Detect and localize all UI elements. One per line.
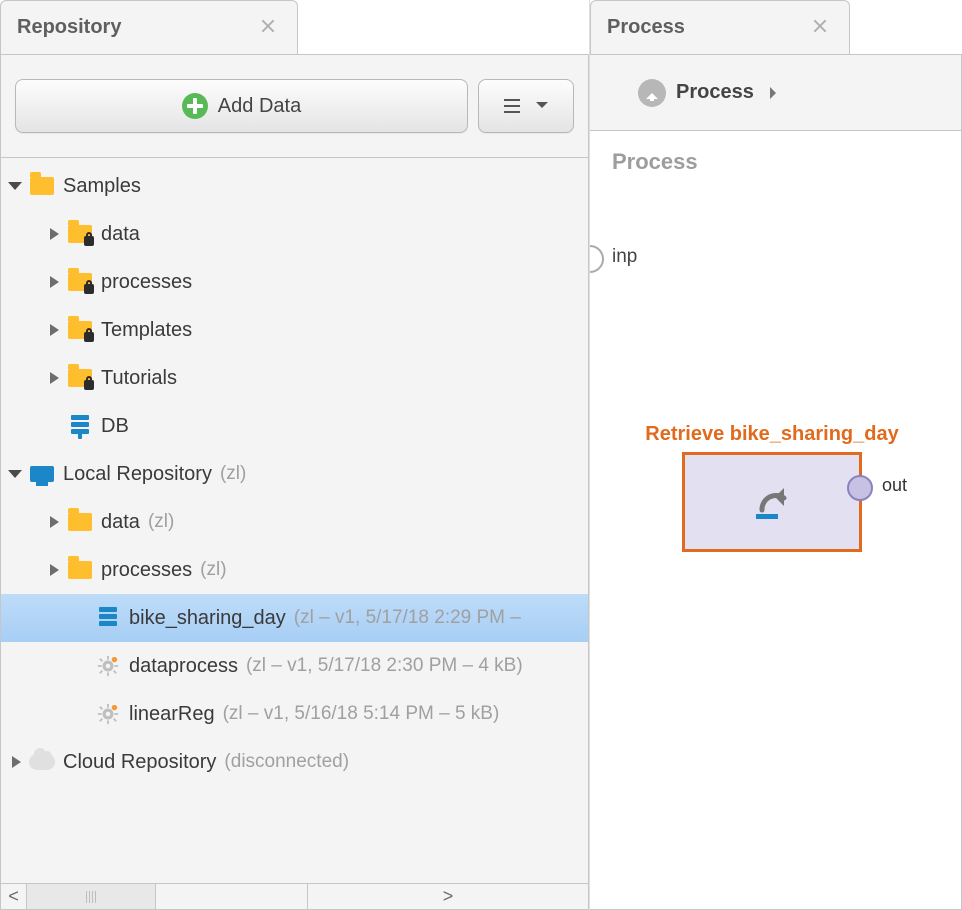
up-arrow-icon[interactable] bbox=[638, 79, 666, 107]
spacer bbox=[43, 415, 65, 437]
close-icon[interactable] bbox=[257, 15, 279, 37]
output-port[interactable] bbox=[847, 475, 873, 501]
tree-item-samples[interactable]: Samples bbox=[1, 162, 588, 210]
operator-title: Retrieve bike_sharing_day bbox=[642, 423, 902, 446]
add-data-label: Add Data bbox=[218, 95, 301, 118]
folder-locked-icon bbox=[67, 317, 93, 343]
scroll-right-button[interactable]: > bbox=[307, 884, 588, 909]
tree-item-samples-templates[interactable]: Templates bbox=[1, 306, 588, 354]
input-port-label: inp bbox=[612, 246, 637, 268]
tree-label: Tutorials bbox=[101, 367, 177, 390]
tree-meta: (zl) bbox=[220, 463, 246, 485]
folder-icon bbox=[67, 509, 93, 535]
folder-icon bbox=[67, 557, 93, 583]
chevron-right-icon[interactable] bbox=[43, 559, 65, 581]
hamburger-icon bbox=[504, 99, 520, 113]
operator-body[interactable]: out bbox=[682, 452, 862, 552]
tree-label: linearReg bbox=[129, 703, 215, 726]
tree-item-cloud-repository[interactable]: Cloud Repository (disconnected) bbox=[1, 738, 588, 786]
caret-down-icon bbox=[536, 102, 548, 114]
tree-label: processes bbox=[101, 559, 192, 582]
tree-label: Templates bbox=[101, 319, 192, 342]
retrieve-icon bbox=[750, 480, 794, 524]
tree-meta: (zl – v1, 5/16/18 5:14 PM – 5 kB) bbox=[223, 703, 500, 725]
tab-repository[interactable]: Repository bbox=[0, 0, 298, 54]
breadcrumb-separator-icon bbox=[764, 81, 782, 104]
tree-label: Local Repository bbox=[63, 463, 212, 486]
tree-meta: (disconnected) bbox=[224, 751, 349, 773]
chevron-right-icon[interactable] bbox=[5, 751, 27, 773]
monitor-icon bbox=[29, 461, 55, 487]
chevron-right-icon[interactable] bbox=[43, 271, 65, 293]
chevron-right-icon[interactable] bbox=[43, 319, 65, 341]
tree-item-local-data[interactable]: data (zl) bbox=[1, 498, 588, 546]
breadcrumb: Process bbox=[590, 55, 961, 131]
tab-repository-label: Repository bbox=[17, 16, 121, 39]
scroll-track[interactable] bbox=[27, 884, 307, 909]
chevron-down-icon[interactable] bbox=[5, 463, 27, 485]
breadcrumb-process[interactable]: Process bbox=[676, 81, 754, 104]
folder-locked-icon bbox=[67, 269, 93, 295]
repository-tree: Samples data processes Templates bbox=[1, 158, 588, 883]
scroll-left-button[interactable]: < bbox=[1, 884, 27, 909]
tree-meta: (zl) bbox=[148, 511, 174, 533]
folder-icon bbox=[29, 173, 55, 199]
tree-item-bike-sharing-day[interactable]: bike_sharing_day (zl – v1, 5/17/18 2:29 … bbox=[1, 594, 588, 642]
folder-locked-icon bbox=[67, 365, 93, 391]
spacer bbox=[71, 607, 93, 629]
tree-meta: (zl – v1, 5/17/18 2:30 PM – 4 kB) bbox=[246, 655, 523, 677]
tab-process-label: Process bbox=[607, 16, 685, 39]
tree-label: DB bbox=[101, 415, 129, 438]
tree-item-samples-processes[interactable]: processes bbox=[1, 258, 588, 306]
cloud-icon bbox=[29, 749, 55, 775]
add-data-button[interactable]: Add Data bbox=[15, 79, 468, 133]
gear-icon bbox=[95, 701, 121, 727]
plus-icon bbox=[182, 93, 208, 119]
tree-label: data bbox=[101, 223, 140, 246]
horizontal-scrollbar[interactable]: < > bbox=[1, 883, 588, 909]
tree-item-local-repository[interactable]: Local Repository (zl) bbox=[1, 450, 588, 498]
chevron-right-icon[interactable] bbox=[43, 367, 65, 389]
spacer bbox=[71, 703, 93, 725]
tree-label: data bbox=[101, 511, 140, 534]
tree-item-local-processes[interactable]: processes (zl) bbox=[1, 546, 588, 594]
data-icon bbox=[95, 605, 121, 631]
tab-process[interactable]: Process bbox=[590, 0, 850, 54]
chevron-right-icon[interactable] bbox=[43, 223, 65, 245]
tree-item-db[interactable]: DB bbox=[1, 402, 588, 450]
close-icon[interactable] bbox=[809, 15, 831, 37]
tree-item-samples-data[interactable]: data bbox=[1, 210, 588, 258]
folder-locked-icon bbox=[67, 221, 93, 247]
chevron-right-icon[interactable] bbox=[43, 511, 65, 533]
tree-meta: (zl) bbox=[200, 559, 226, 581]
canvas-process-label: Process bbox=[612, 149, 698, 175]
tree-label: Cloud Repository bbox=[63, 751, 216, 774]
tree-item-dataprocess[interactable]: dataprocess (zl – v1, 5/17/18 2:30 PM – … bbox=[1, 642, 588, 690]
tree-label: dataprocess bbox=[129, 655, 238, 678]
repository-toolbar: Add Data bbox=[1, 55, 588, 158]
chevron-down-icon[interactable] bbox=[5, 175, 27, 197]
tree-label: bike_sharing_day bbox=[129, 607, 286, 630]
tree-label: Samples bbox=[63, 175, 141, 198]
output-port-label: out bbox=[882, 475, 907, 496]
tree-meta: (zl – v1, 5/17/18 2:29 PM – bbox=[294, 607, 521, 629]
tree-item-samples-tutorials[interactable]: Tutorials bbox=[1, 354, 588, 402]
gear-icon bbox=[95, 653, 121, 679]
tree-label: processes bbox=[101, 271, 192, 294]
scroll-thumb[interactable] bbox=[27, 884, 156, 909]
operator-retrieve[interactable]: Retrieve bike_sharing_day out bbox=[682, 423, 902, 552]
input-port[interactable] bbox=[590, 245, 604, 273]
toolbar-menu-button[interactable] bbox=[478, 79, 574, 133]
spacer bbox=[71, 655, 93, 677]
tree-item-linearreg[interactable]: linearReg (zl – v1, 5/16/18 5:14 PM – 5 … bbox=[1, 690, 588, 738]
process-canvas[interactable]: Process inp Retrieve bike_sharing_day ou… bbox=[590, 131, 961, 909]
database-icon bbox=[67, 413, 93, 439]
